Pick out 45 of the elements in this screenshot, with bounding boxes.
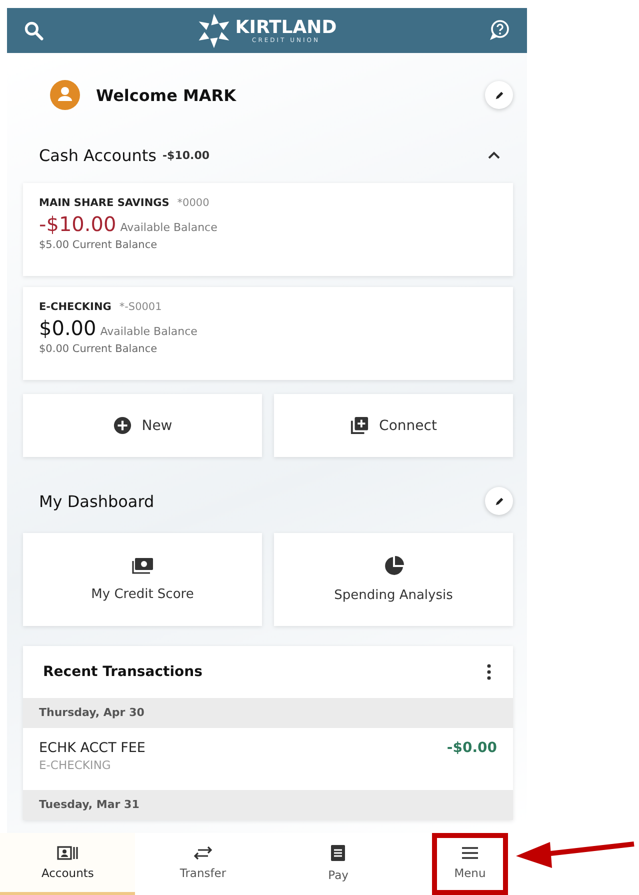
available-amount: -$10.00	[39, 212, 116, 236]
date-header: Thursday, Apr 30	[23, 698, 513, 728]
avatar-icon	[50, 80, 80, 110]
pie-chart-icon	[384, 556, 404, 576]
pencil-icon	[494, 496, 504, 506]
account-number: *-S0001	[119, 301, 162, 313]
brand-name: KIRTLAND	[235, 18, 337, 36]
account-name: E-CHECKING	[39, 301, 112, 313]
welcome-title: Welcome MARK	[96, 86, 238, 104]
action-button[interactable]: Connect	[274, 394, 513, 457]
transfer-arrows-icon	[192, 846, 214, 860]
id-card-icon	[56, 846, 79, 860]
date-header: Tuesday, Mar 31	[23, 790, 513, 820]
account-name: MAIN SHARE SAVINGS	[39, 197, 170, 209]
nav-tab[interactable]: Menu	[432, 833, 508, 895]
money-icon	[132, 557, 154, 575]
available-label: Available Balance	[100, 325, 198, 338]
transaction-amount: -$0.00	[446, 740, 497, 758]
edit-button[interactable]	[485, 487, 513, 515]
transaction-description: ECHK ACCT FEE	[39, 740, 146, 756]
edit-button[interactable]	[485, 81, 513, 109]
section-title: Cash Accounts	[39, 146, 156, 164]
dashboard-tile[interactable]: Spending Analysis	[274, 533, 513, 626]
dashboard-tile[interactable]: My Credit Score	[23, 533, 262, 626]
account-number: *0000	[177, 197, 210, 209]
action-button[interactable]: New	[23, 394, 262, 457]
pencil-icon	[494, 90, 504, 100]
current-balance: $5.00 Current Balance	[39, 239, 158, 251]
section-total: -$10.00	[162, 148, 210, 162]
search-icon[interactable]	[23, 20, 45, 42]
menu-icon	[460, 846, 479, 860]
nav-tab[interactable]: Accounts	[0, 833, 136, 895]
account-card[interactable]: E-CHECKING *-S0001 $0.00 Available Balance $0.00 Current Balance	[23, 287, 513, 380]
transaction-account: E-CHECKING	[39, 758, 112, 772]
bill-icon	[330, 844, 346, 862]
plus-circle-icon	[112, 416, 132, 435]
available-label: Available Balance	[120, 221, 218, 234]
transaction-row[interactable]: ECHK ACCT FEE E-CHECKING -$0.00	[23, 728, 513, 790]
account-card[interactable]: MAIN SHARE SAVINGS *0000 -$10.00 Available Balance $5.00 Current Balance	[23, 183, 513, 276]
available-amount: $0.00	[39, 316, 96, 340]
current-balance: $0.00 Current Balance	[39, 343, 158, 355]
card-title: Recent Transactions	[43, 664, 202, 680]
add-stack-icon	[350, 416, 370, 435]
more-options-icon[interactable]	[487, 664, 491, 680]
section-title: My Dashboard	[39, 492, 154, 510]
